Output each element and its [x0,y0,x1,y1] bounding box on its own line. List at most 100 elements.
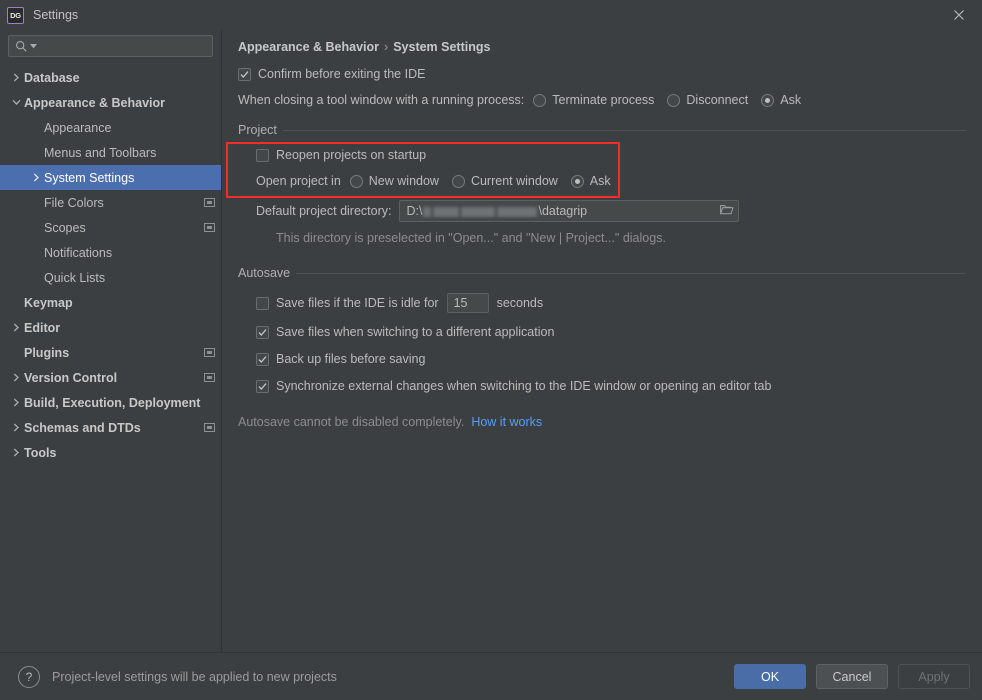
dialog-body: Database Appearance & Behavior Appearance M… [0,30,982,652]
open-project-in-radio-new-window[interactable] [349,174,363,188]
closing-tool-window-radio-label: Terminate process [552,93,655,107]
open-project-in-radio-label: Current window [470,174,558,188]
close-icon[interactable] [936,0,982,30]
autosave-group-title: Autosave [238,266,291,280]
autosave-idle-seconds-input[interactable]: 15 [446,293,489,313]
redacted-path-segment [497,206,538,217]
sidebar-item-appearance-behavior[interactable]: Appearance & Behavior [0,90,221,115]
help-icon[interactable]: ? [18,665,40,688]
sidebar-item-tools[interactable]: Tools [0,440,221,465]
search-input[interactable] [41,39,206,53]
title-bar: DG Settings [0,0,982,30]
confirm-exit-checkbox[interactable] [238,67,251,81]
redacted-path-segment [423,206,432,217]
redacted-path-segment [433,206,460,217]
ok-button[interactable]: OK [734,664,806,689]
autosave-sync-checkbox[interactable] [256,379,269,393]
sidebar-item-system-settings[interactable]: System Settings [0,165,221,190]
autosave-group-header: Autosave [238,266,966,280]
search-icon [16,40,27,52]
breadcrumb: Appearance & Behavior › System Settings [238,40,966,54]
open-project-in-radio-ask[interactable] [570,174,584,188]
chevron-right-icon[interactable] [8,448,24,457]
sidebar-item-appearance[interactable]: Appearance [0,115,221,140]
sidebar-item-schemas-and-dtds[interactable]: Schemas and DTDs [0,415,221,440]
sidebar-item-label: Tools [24,445,57,460]
sidebar-item-label: Appearance & Behavior [24,95,166,110]
folder-icon[interactable] [720,204,735,219]
default-project-directory-field[interactable]: D:\ \datagrip [399,200,740,222]
autosave-note-row: Autosave cannot be disabled completely. … [238,415,966,429]
check-icon [258,382,267,390]
sidebar-item-build-execution-deployment[interactable]: Build, Execution, Deployment [0,390,221,415]
closing-tool-window-radio-label: Disconnect [686,93,749,107]
sidebar-item-notifications[interactable]: Notifications [0,240,221,265]
closing-tool-window-radio-terminate-process[interactable] [533,93,547,107]
autosave-backup-checkbox[interactable] [256,352,269,366]
directory-hint: This directory is preselected in "Open..… [276,231,666,245]
chevron-right-icon[interactable] [8,73,24,82]
chevron-right-icon[interactable] [28,173,44,182]
autosave-switch-app-checkbox[interactable] [256,325,269,339]
chevron-down-icon[interactable] [8,99,24,106]
sidebar-item-file-colors[interactable]: File Colors [0,190,221,215]
sidebar-item-label: Database [24,70,80,85]
sidebar-item-quick-lists[interactable]: Quick Lists [0,265,221,290]
sidebar-item-database[interactable]: Database [0,65,221,90]
closing-tool-window-radio-ask[interactable] [761,93,775,107]
check-icon [258,355,267,363]
autosave-idle-checkbox[interactable] [256,296,269,310]
sidebar-item-keymap[interactable]: Keymap [0,290,221,315]
open-project-in-radio-current-window[interactable] [451,174,465,188]
sidebar-item-label: Plugins [24,345,70,360]
project-level-badge-icon [204,198,215,207]
sidebar-item-label: Menus and Toolbars [44,145,157,160]
cancel-button[interactable]: Cancel [816,664,888,689]
closing-tool-window-row: When closing a tool window with a runnin… [238,93,966,107]
sidebar-item-editor[interactable]: Editor [0,315,221,340]
chevron-right-icon[interactable] [8,398,24,407]
autosave-note: Autosave cannot be disabled completely. [238,415,465,429]
project-level-badge-icon [204,223,215,232]
closing-tool-window-radio-label: Ask [780,93,802,107]
datagrip-logo-icon: DG [7,6,24,24]
project-level-badge-icon [204,373,215,382]
settings-content-panel: Appearance & Behavior › System Settings Co… [222,30,982,652]
chevron-right-icon[interactable] [8,373,24,382]
sidebar-item-plugins[interactable]: Plugins [0,340,221,365]
sidebar-item-version-control[interactable]: Version Control [0,365,221,390]
apply-button: Apply [898,664,970,689]
reopen-projects-checkbox[interactable] [256,148,269,162]
open-project-in-radio-label: Ask [589,174,611,188]
breadcrumb-parent[interactable]: Appearance & Behavior [238,40,379,54]
closing-tool-window-radio-disconnect[interactable] [667,93,681,107]
closing-tool-window-label: When closing a tool window with a runnin… [238,93,525,107]
sidebar-item-label: Appearance [44,120,112,135]
chevron-right-icon[interactable] [8,323,24,332]
reopen-projects-row[interactable]: Reopen projects on startup [256,148,966,162]
settings-tree: Database Appearance & Behavior Appearance M… [0,65,221,465]
sidebar-item-label: Scopes [44,220,86,235]
autosave-sync-row[interactable]: Synchronize external changes when switch… [256,379,966,393]
default-project-directory-label: Default project directory: [256,204,392,218]
sidebar-item-label: Editor [24,320,61,335]
open-project-in-row: Open project in New window Current window… [256,174,966,188]
chevron-right-icon[interactable] [8,423,24,432]
directory-path-suffix: \datagrip [538,204,588,218]
sidebar-item-menus-and-toolbars[interactable]: Menus and Toolbars [0,140,221,165]
open-project-in-label: Open project in [256,174,341,188]
sidebar-item-scopes[interactable]: Scopes [0,215,221,240]
autosave-idle-label-after: seconds [496,296,544,310]
confirm-exit-label: Confirm before exiting the IDE [258,67,426,81]
project-group-header: Project [238,123,966,137]
how-it-works-link[interactable]: How it works [471,415,542,429]
sidebar-item-label: Version Control [24,370,118,385]
confirm-exit-row[interactable]: Confirm before exiting the IDE [238,67,966,81]
autosave-switch-app-row[interactable]: Save files when switching to a different… [256,325,966,339]
project-level-badge-icon [204,423,215,432]
search-box[interactable] [8,35,213,57]
autosave-backup-row[interactable]: Back up files before saving [256,352,966,366]
sidebar-item-label: Keymap [24,295,73,310]
open-project-in-options: New window Current window Ask [349,174,624,188]
autosave-backup-label: Back up files before saving [276,352,426,366]
